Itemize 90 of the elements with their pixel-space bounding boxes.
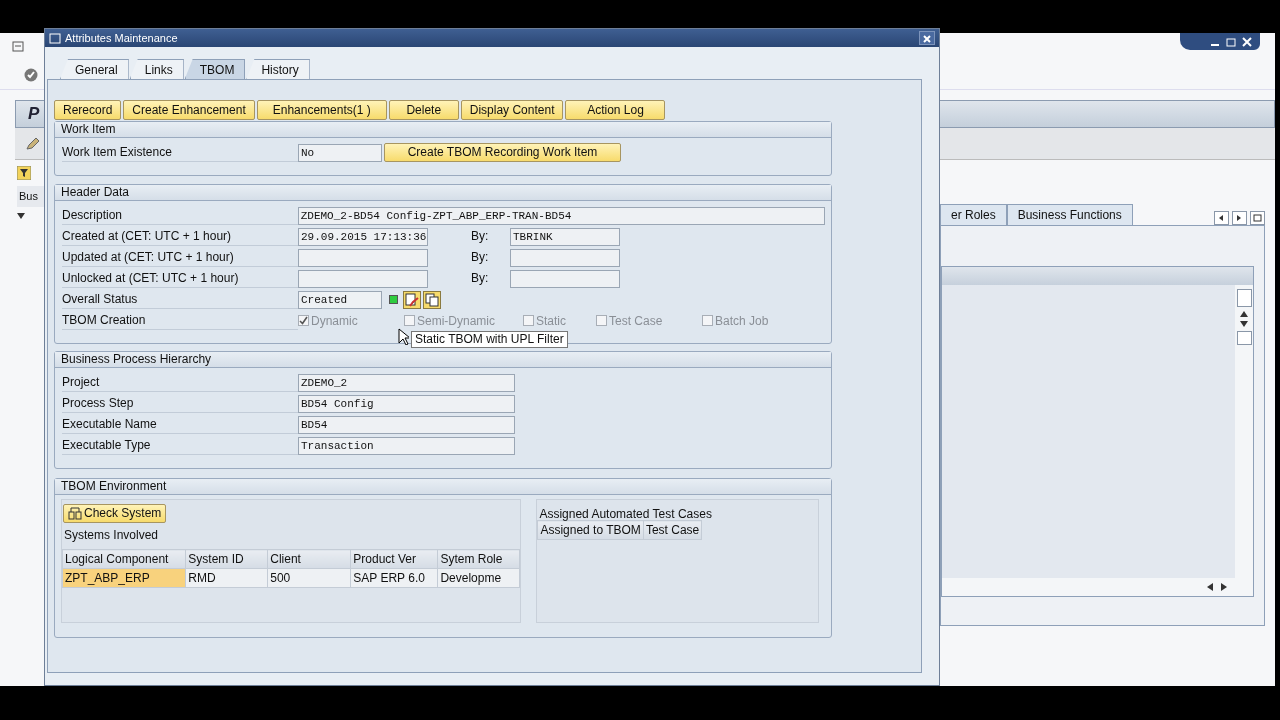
checkbox-label: Dynamic [311, 312, 358, 330]
field-label: Created at (CET: UTC + 1 hour) [62, 227, 298, 246]
field-label: Unlocked at (CET: UTC + 1 hour) [62, 269, 298, 288]
scroll-down-icon[interactable] [1240, 321, 1248, 327]
column-header: Bus [17, 186, 44, 207]
field-label: Updated at (CET: UTC + 1 hour) [62, 248, 298, 267]
toolbar-button[interactable]: Rerecord [54, 100, 122, 120]
field-label: Executable Type [62, 436, 298, 455]
field-label: Work Item Existence [62, 143, 298, 162]
column-header: Client [267, 549, 351, 569]
input-field[interactable] [510, 269, 620, 288]
tab[interactable]: Business Functions [1006, 204, 1133, 225]
column-header: Logical Component [62, 549, 186, 569]
checkbox-label: Static [536, 312, 566, 330]
pencil-icon[interactable] [25, 136, 41, 151]
documents-icon [425, 292, 439, 307]
close-button[interactable] [919, 31, 935, 45]
window-icon [49, 32, 61, 44]
scroll-left-icon[interactable] [1207, 583, 1213, 591]
document-icon [12, 41, 24, 52]
input-field[interactable]: ZDEMO_2-BD54 Config-ZPT_ABP_ERP-TRAN-BD54 [297, 206, 825, 225]
group-title: Work Item [55, 122, 831, 138]
mouse-cursor-icon [398, 328, 409, 345]
document-pencil-icon [405, 292, 419, 307]
tab[interactable]: History [246, 59, 310, 79]
column-header: Test Case [643, 520, 702, 540]
column-header: Sytem Role [437, 549, 520, 569]
toolbar-button[interactable]: Create Enhancement [123, 100, 255, 120]
maximize-icon[interactable] [1226, 36, 1236, 47]
input-field[interactable]: Created [298, 290, 382, 309]
filter-icon[interactable] [17, 166, 31, 180]
column-header: Product Ver [350, 549, 438, 569]
window-title: Attributes Maintenance [65, 30, 178, 46]
input-field[interactable]: 29.09.2015 17:13:36 [298, 227, 428, 246]
header-title: P [28, 103, 40, 126]
close-icon[interactable] [1242, 36, 1252, 47]
section-title: Assigned Automated Test Cases [538, 506, 713, 520]
column-header: Assigned to TBOM [537, 520, 644, 540]
input-field[interactable]: TBRINK [510, 227, 620, 246]
checkbox-label: Test Case [609, 312, 663, 330]
tab[interactable]: TBOM [184, 59, 246, 79]
check-system-button[interactable]: Check System [63, 504, 167, 523]
horizontal-scrollbar[interactable] [942, 578, 1253, 596]
status-history-button[interactable] [423, 290, 441, 309]
field-label: By: [471, 248, 490, 266]
input-field[interactable]: BD54 Config [298, 394, 515, 413]
input-field[interactable]: ZDEMO_2 [298, 373, 515, 392]
scroll-right-button[interactable] [1232, 211, 1247, 225]
checkbox-label: Batch Job [715, 312, 769, 330]
caret-icon[interactable] [17, 212, 25, 219]
input-field[interactable] [298, 269, 428, 288]
list-icon [1253, 213, 1262, 223]
section-title: Systems Involved [63, 527, 160, 543]
tab[interactable]: Links [129, 59, 184, 79]
group-title: Business Process Hierarchy [55, 352, 831, 368]
input-field[interactable] [510, 248, 620, 267]
scroll-thumb[interactable] [1236, 289, 1252, 307]
field-label: Project [62, 373, 298, 392]
close-icon [923, 35, 931, 44]
field-label: By: [471, 269, 490, 287]
status-details-button[interactable] [403, 290, 421, 309]
input-field[interactable]: No [298, 143, 382, 162]
scroll-left-button[interactable] [1214, 211, 1229, 225]
checkbox-label: Semi-Dynamic [417, 312, 495, 330]
scroll-up-icon[interactable] [1240, 311, 1248, 317]
vertical-scrollbar[interactable] [1235, 285, 1253, 578]
toolbar-button[interactable]: Display Content [460, 100, 564, 120]
group-title: Header Data [55, 185, 831, 201]
tooltip: Static TBOM with UPL Filter [411, 331, 568, 348]
field-label: Executable Name [62, 415, 298, 434]
field-label: Overall Status [62, 290, 298, 309]
field-label: Description [62, 206, 298, 225]
tab[interactable]: General [60, 59, 129, 79]
input-field[interactable]: Transaction [298, 436, 515, 455]
field-label: TBOM Creation [62, 311, 298, 330]
toolbar-button[interactable]: Action Log [565, 100, 666, 120]
scroll-right-icon[interactable] [1221, 583, 1227, 591]
toolbar-button[interactable]: Delete [388, 100, 459, 120]
connection-icon [68, 507, 82, 520]
toolbar-button[interactable]: Enhancements(1 ) [256, 100, 387, 120]
arrow-left-icon [1217, 213, 1226, 223]
create-work-item-button[interactable]: Create TBOM Recording Work Item [384, 143, 621, 162]
column-header: System ID [185, 549, 268, 569]
input-field[interactable] [298, 248, 428, 267]
tab[interactable]: er Roles [940, 204, 1007, 225]
field-label: By: [471, 227, 490, 245]
input-field[interactable]: BD54 [298, 415, 515, 434]
group-title: TBOM Environment [55, 479, 831, 495]
field-label: Process Step [62, 394, 298, 413]
check-icon[interactable] [24, 67, 38, 82]
